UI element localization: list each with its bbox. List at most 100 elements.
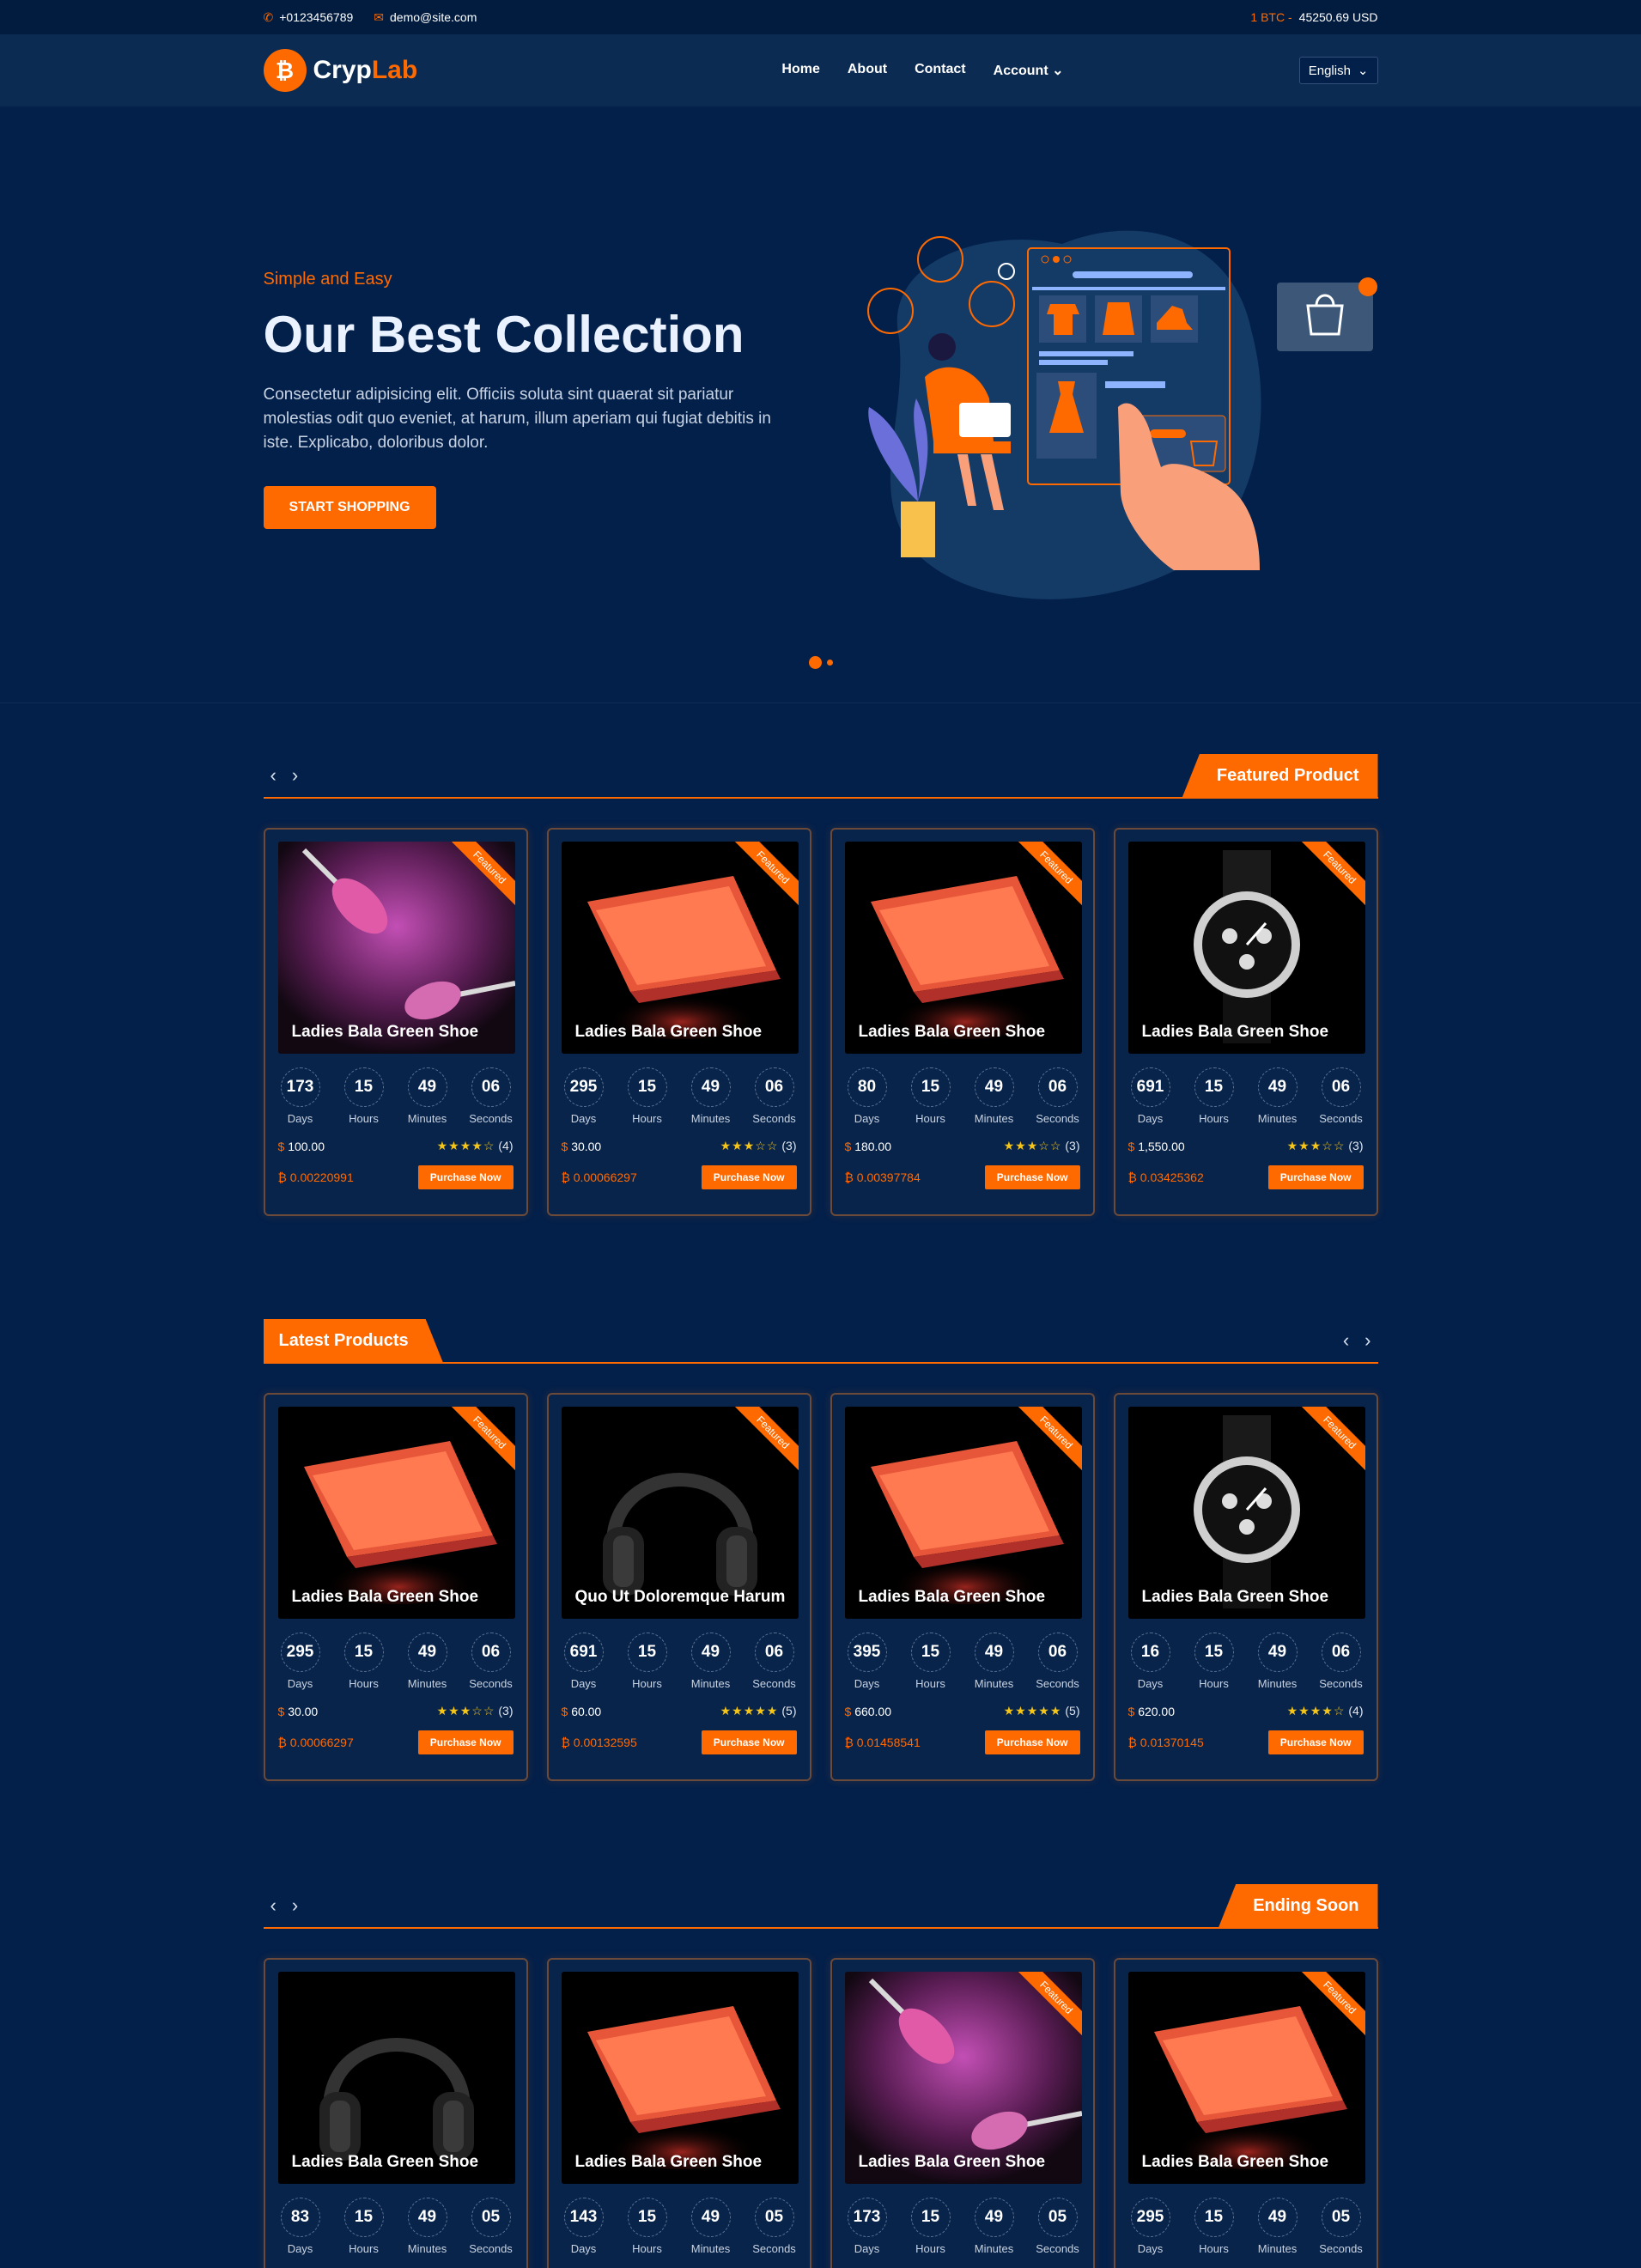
product-card[interactable]: Featured Ladies Bala Green Shoe 395 Days … — [830, 1393, 1095, 1781]
timer-days: 691 — [563, 1633, 604, 1672]
product-title[interactable]: Ladies Bala Green Shoe — [575, 2153, 788, 2172]
nav-contact[interactable]: Contact — [915, 62, 966, 79]
chevron-right-icon[interactable]: › — [292, 764, 298, 787]
product-image[interactable]: Ladies Bala Green Shoe — [561, 1972, 799, 2184]
crypto-row: ₿ 0.03425362 Purchase Now — [1128, 1165, 1364, 1189]
logo[interactable]: ₿ CrypLab — [263, 49, 417, 92]
purchase-now-button[interactable]: Purchase Now — [417, 1730, 514, 1754]
headphones-image — [561, 1407, 799, 1619]
timer-hours: 15 — [1194, 2198, 1234, 2237]
purchase-now-button[interactable]: Purchase Now — [701, 1730, 797, 1754]
purchase-now-button[interactable]: Purchase Now — [1267, 1165, 1364, 1189]
timer-label: Seconds — [469, 2242, 513, 2255]
dollar-icon: $ — [1127, 1139, 1135, 1153]
timer-days: 295 — [280, 1633, 320, 1672]
timer-label: Days — [854, 1112, 880, 1125]
product-card[interactable]: Featured Ladies Bala Green Shoe 295 Days … — [1113, 1958, 1378, 2268]
timer-minutes: 49 — [1257, 1633, 1298, 1672]
phone-contact[interactable]: ✆ +0123456789 — [264, 10, 354, 25]
product-title[interactable]: Ladies Bala Green Shoe — [1142, 1023, 1355, 1042]
timer-hours: 15 — [910, 1067, 951, 1107]
section-title: Ending Soon — [1219, 1884, 1378, 1927]
product-title[interactable]: Ladies Bala Green Shoe — [859, 2153, 1072, 2172]
product-title[interactable]: Ladies Bala Green Shoe — [1142, 2153, 1355, 2172]
product-title[interactable]: Ladies Bala Green Shoe — [859, 1588, 1072, 1607]
product-price: 180.00 — [854, 1139, 892, 1153]
product-title[interactable]: Ladies Bala Green Shoe — [1142, 1588, 1355, 1607]
chevron-left-icon[interactable]: ‹ — [1343, 1329, 1349, 1352]
email-contact[interactable]: ✉ demo@site.com — [374, 10, 477, 25]
product-image[interactable]: Featured Ladies Bala Green Shoe — [844, 1972, 1082, 2184]
start-shopping-button[interactable]: START SHOPPING — [263, 486, 436, 529]
purchase-now-button[interactable]: Purchase Now — [701, 1165, 797, 1189]
timer-hours: 15 — [343, 1067, 384, 1107]
language-value: English — [1308, 63, 1351, 78]
product-image[interactable]: Featured Ladies Bala Green Shoe — [844, 842, 1082, 1054]
product-image[interactable]: Featured Ladies Bala Green Shoe — [277, 842, 515, 1054]
product-image[interactable]: Featured Ladies Bala Green Shoe — [1127, 842, 1365, 1054]
timer-label: Seconds — [469, 1677, 513, 1690]
timer-minutes: 49 — [690, 1633, 731, 1672]
product-price: 620.00 — [1138, 1704, 1176, 1718]
timer-seconds: 06 — [1037, 1633, 1078, 1672]
product-image[interactable]: Featured Ladies Bala Green Shoe — [1127, 1407, 1365, 1619]
slider-dot-1[interactable] — [808, 656, 822, 669]
timer-label: Hours — [349, 1112, 379, 1125]
timer-minutes: 49 — [690, 1067, 731, 1107]
product-title[interactable]: Ladies Bala Green Shoe — [575, 1023, 788, 1042]
bitcoin-icon: ₿ — [844, 1170, 854, 1184]
product-title[interactable]: Ladies Bala Green Shoe — [292, 2153, 505, 2172]
star-rating: ★★★★☆ — [1286, 1704, 1346, 1718]
product-card[interactable]: Featured Ladies Bala Green Shoe 691 Days … — [1113, 828, 1378, 1216]
product-card[interactable]: Ladies Bala Green Shoe 83 Days 15 Hours 49… — [263, 1958, 528, 2268]
timer-days: 173 — [847, 2198, 887, 2237]
nav-about[interactable]: About — [848, 62, 887, 79]
product-card[interactable]: Featured Ladies Bala Green Shoe 173 Days … — [830, 1958, 1095, 2268]
timer-label: Hours — [915, 1677, 945, 1690]
purchase-now-button[interactable]: Purchase Now — [984, 1730, 1080, 1754]
product-image[interactable]: Featured Ladies Bala Green Shoe — [844, 1407, 1082, 1619]
crypto-row: ₿ 0.00132595 Purchase Now — [562, 1730, 797, 1754]
product-image[interactable]: Featured Ladies Bala Green Shoe — [561, 842, 799, 1054]
timer-seconds: 05 — [1321, 2198, 1361, 2237]
product-title[interactable]: Ladies Bala Green Shoe — [859, 1023, 1072, 1042]
chevron-left-icon[interactable]: ‹ — [270, 764, 277, 787]
product-card[interactable]: Featured Ladies Bala Green Shoe 16 Days 1… — [1113, 1393, 1378, 1781]
nav-home[interactable]: Home — [781, 62, 819, 79]
chevron-right-icon[interactable]: › — [292, 1894, 298, 1917]
product-image[interactable]: Ladies Bala Green Shoe — [277, 1972, 515, 2184]
chevron-right-icon[interactable]: › — [1364, 1329, 1371, 1352]
crypto-row: ₿ 0.00066297 Purchase Now — [278, 1730, 514, 1754]
timer-seconds: 05 — [471, 2198, 511, 2237]
purchase-now-button[interactable]: Purchase Now — [417, 1165, 514, 1189]
dollar-icon: $ — [561, 1704, 568, 1718]
countdown-timer: 691 Days 15 Hours 49 Minutes 06 Seconds — [562, 1633, 797, 1690]
slider-dot-2[interactable] — [826, 660, 833, 666]
nav-account[interactable]: Account ⌄ — [994, 62, 1064, 79]
chevron-left-icon[interactable]: ‹ — [270, 1894, 277, 1917]
product-card[interactable]: Featured Ladies Bala Green Shoe 173 Days … — [263, 828, 528, 1216]
product-image[interactable]: Featured Ladies Bala Green Shoe — [1127, 1972, 1365, 2184]
product-card[interactable]: Featured Ladies Bala Green Shoe 80 Days 1… — [830, 828, 1095, 1216]
star-rating: ★★★★☆ — [436, 1139, 495, 1152]
timer-label: Hours — [632, 1112, 662, 1125]
product-card[interactable]: Featured Ladies Bala Green Shoe 295 Days … — [263, 1393, 528, 1781]
product-image[interactable]: Featured Ladies Bala Green Shoe — [277, 1407, 515, 1619]
timer-label: Hours — [915, 1112, 945, 1125]
purchase-now-button[interactable]: Purchase Now — [984, 1165, 1080, 1189]
product-card[interactable]: Featured Ladies Bala Green Shoe 295 Days … — [546, 828, 811, 1216]
product-title[interactable]: Ladies Bala Green Shoe — [292, 1023, 505, 1042]
product-card[interactable]: Featured Quo Ut Doloremque Harum 691 Days… — [546, 1393, 811, 1781]
product-title[interactable]: Quo Ut Doloremque Harum — [575, 1588, 788, 1607]
purchase-now-button[interactable]: Purchase Now — [1267, 1730, 1364, 1754]
product-title[interactable]: Ladies Bala Green Shoe — [292, 1588, 505, 1607]
timer-label: Days — [570, 2242, 597, 2255]
product-image[interactable]: Featured Quo Ut Doloremque Harum — [561, 1407, 799, 1619]
crypto-price: 0.01370145 — [1140, 1736, 1204, 1749]
product-price: 100.00 — [288, 1139, 325, 1153]
timer-label: Days — [287, 2242, 313, 2255]
laptop-image — [1127, 1972, 1365, 2184]
language-select[interactable]: English ⌄ — [1298, 57, 1378, 84]
product-card[interactable]: Ladies Bala Green Shoe 143 Days 15 Hours 4… — [546, 1958, 811, 2268]
timer-minutes: 49 — [407, 1067, 447, 1107]
